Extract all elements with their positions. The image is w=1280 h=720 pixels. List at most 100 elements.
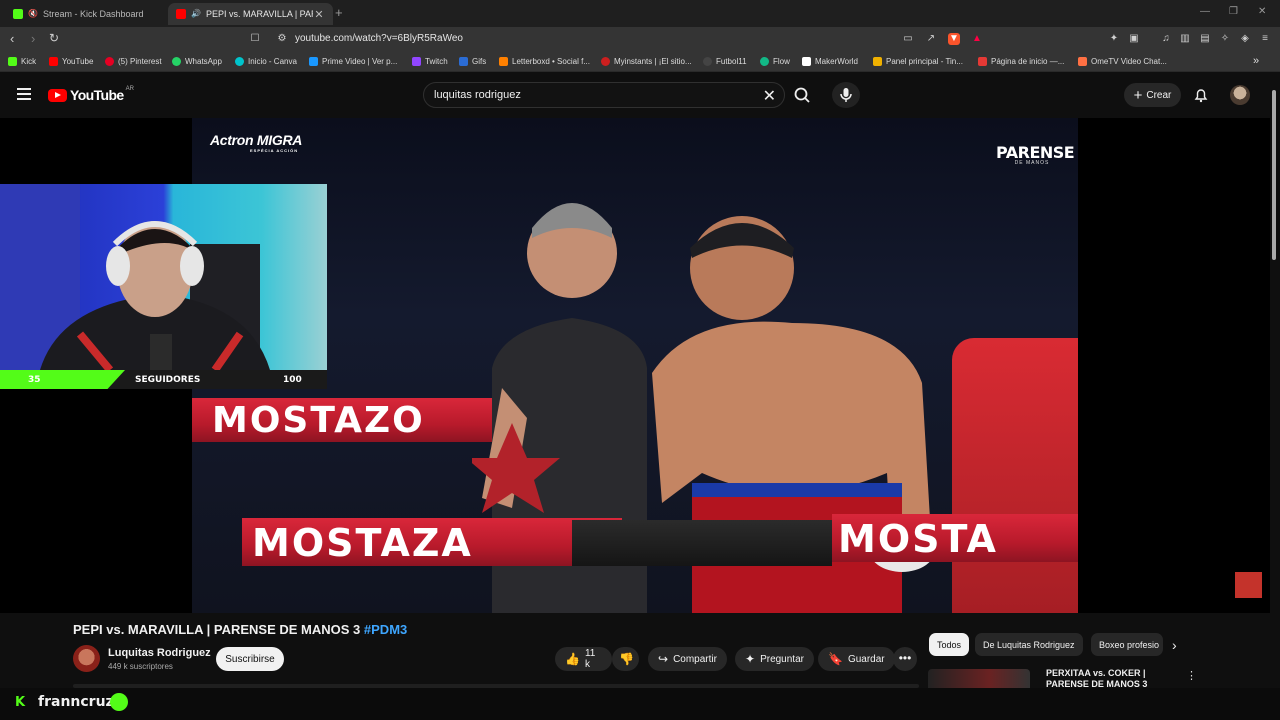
sparkle-icon: ✦ xyxy=(745,652,756,666)
youtube-logo[interactable]: YouTube AR xyxy=(48,86,134,103)
bookmark-prime-video[interactable]: Prime Video | Ver p... xyxy=(309,57,397,66)
youtube-header: YouTube AR ✕ + Crear xyxy=(0,72,1280,118)
hashtag-link[interactable]: #PDM3 xyxy=(364,622,407,637)
followers-goal: 100 xyxy=(283,375,302,385)
maximize-icon[interactable]: ❐ xyxy=(1229,6,1238,17)
minimize-icon[interactable]: — xyxy=(1200,6,1210,17)
mute-icon: 🔇 xyxy=(28,9,38,18)
tab-youtube-video[interactable]: 🔊 PEPI vs. MARAVILLA | PARENSE ✕ xyxy=(168,3,333,25)
kick-chat-overlay: K franncruz xyxy=(0,688,1280,720)
share-page-icon[interactable]: ↗ xyxy=(925,33,937,45)
recommended-video-thumbnail[interactable] xyxy=(928,669,1030,689)
chip-from-channel[interactable]: De Luquitas Rodriguez xyxy=(975,633,1083,656)
pinterest-icon xyxy=(105,57,114,66)
chip-boxing[interactable]: Boxeo profesio xyxy=(1091,633,1163,656)
smile-emote-icon xyxy=(110,693,128,711)
share-button[interactable]: ↪ Compartir xyxy=(648,647,727,671)
lower-ring-rope-right: MOSTA xyxy=(832,514,1078,562)
voice-search-button[interactable] xyxy=(832,82,860,108)
menu-icon[interactable]: ≡ xyxy=(1259,33,1271,45)
brave-rewards-icon[interactable]: ▲ xyxy=(971,33,983,45)
new-tab-button[interactable]: + xyxy=(335,5,343,20)
kick-logo-icon: K xyxy=(15,695,26,710)
followers-label: SEGUIDORES xyxy=(135,375,201,385)
bookmark-kick[interactable]: Kick xyxy=(8,57,36,66)
bookmark-icon[interactable]: ☐ xyxy=(249,33,261,45)
more-bookmarks-icon[interactable]: » xyxy=(1253,55,1259,67)
site-info-icon[interactable]: ⚙ xyxy=(276,33,288,45)
bookmark-twitch[interactable]: Twitch xyxy=(412,57,448,66)
prime-video-icon xyxy=(309,57,318,66)
clear-search-icon[interactable]: ✕ xyxy=(763,86,776,106)
letterboxd-icon xyxy=(499,57,508,66)
ometv-icon xyxy=(1078,57,1087,66)
bookmark-inicio[interactable]: Página de inicio —... xyxy=(978,57,1064,66)
bookmark-canva[interactable]: Inicio - Canva xyxy=(235,57,297,66)
reload-icon[interactable]: ↻ xyxy=(49,31,59,45)
media-icon[interactable]: ♫ xyxy=(1160,33,1172,45)
scrollbar-thumb[interactable] xyxy=(1272,90,1276,260)
save-button[interactable]: 🔖 Guardar xyxy=(818,647,895,671)
bookmark-myinstants[interactable]: Myinstants | ¡El sitio... xyxy=(601,57,692,66)
bookmark-letterboxd[interactable]: Letterboxd • Social f... xyxy=(499,57,590,66)
chip-all[interactable]: Todos xyxy=(929,633,970,656)
extensions-icon[interactable]: ✦ xyxy=(1108,33,1120,45)
close-window-icon[interactable]: ✕ xyxy=(1258,6,1266,17)
tab-title: PEPI vs. MARAVILLA | PARENSE xyxy=(205,9,313,19)
bookmark-makerworld[interactable]: MakerWorld xyxy=(802,57,858,66)
sidebar-icon[interactable]: ▥ xyxy=(1179,33,1191,45)
kick-username: franncruz xyxy=(38,694,114,710)
gif-icon xyxy=(459,57,468,66)
page-scrollbar[interactable] xyxy=(1270,80,1278,690)
search-icon xyxy=(794,87,810,103)
close-tab-icon[interactable]: ✕ xyxy=(313,8,325,21)
recommended-video-title[interactable]: PERXITAA vs. COKER | PARENSE DE MANOS 3 … xyxy=(1046,668,1176,688)
channel-avatar[interactable] xyxy=(73,645,100,672)
bookmark-ometv[interactable]: OmeTV Video Chat... xyxy=(1078,57,1167,66)
whatsapp-icon xyxy=(172,57,181,66)
canva-icon xyxy=(235,57,244,66)
bookmark-gifs[interactable]: Gifs xyxy=(459,57,486,66)
myinstants-icon xyxy=(601,57,610,66)
bookmark-panel[interactable]: Panel principal - Tin... xyxy=(873,57,963,66)
url-field[interactable]: youtube.com/watch?v=6BlyR5RaWeo xyxy=(295,33,463,44)
notifications-bell-icon[interactable] xyxy=(1193,87,1209,103)
like-button[interactable]: 👍 11 k xyxy=(555,647,612,671)
streamer-figure xyxy=(0,184,270,370)
bookmark-pinterest[interactable]: (5) Pinterest xyxy=(105,57,162,66)
red-corner-pad xyxy=(952,338,1078,613)
create-button[interactable]: + Crear xyxy=(1124,83,1181,107)
wallet-icon[interactable]: ▤ xyxy=(1199,33,1211,45)
hamburger-menu-icon[interactable] xyxy=(17,88,31,103)
lower-ring-rope-middle xyxy=(572,520,832,566)
ask-button[interactable]: ✦ Preguntar xyxy=(735,647,814,671)
speaker-icon: 🔊 xyxy=(191,9,201,18)
bookmark-youtube[interactable]: YouTube xyxy=(49,57,93,66)
more-actions-button[interactable]: ••• xyxy=(893,647,917,671)
makerworld-icon xyxy=(802,57,811,66)
side-channel-thumbnail[interactable] xyxy=(1235,572,1262,598)
chevron-right-icon[interactable]: › xyxy=(1172,637,1177,653)
actron-migra-logo: Actron MIGRA ESPÉCIA ACCIÓN xyxy=(210,132,303,153)
vpn-icon[interactable]: ◈ xyxy=(1239,33,1251,45)
bookmark-futbol11[interactable]: Futbol11 xyxy=(703,57,747,66)
screenshot-icon[interactable]: ▣ xyxy=(1128,33,1140,45)
dislike-button[interactable]: 👎 xyxy=(612,647,639,671)
ai-icon[interactable]: ✧ xyxy=(1219,33,1231,45)
search-input[interactable] xyxy=(434,87,754,103)
youtube-play-icon xyxy=(48,88,67,102)
user-avatar[interactable] xyxy=(1230,85,1250,105)
channel-name[interactable]: Luquitas Rodriguez xyxy=(108,647,211,659)
lower-ring-rope-left: MOSTAZA xyxy=(242,518,622,566)
tab-kick-dashboard[interactable]: 🔇 Stream - Kick Dashboard xyxy=(5,3,170,25)
brave-shield-icon[interactable]: ▼ xyxy=(948,33,960,45)
back-icon[interactable]: ‹ xyxy=(10,31,14,46)
subscribe-button[interactable]: Suscribirse xyxy=(216,647,284,671)
search-button[interactable] xyxy=(786,82,818,108)
youtube-favicon-icon xyxy=(176,9,186,19)
cast-icon[interactable]: ▭ xyxy=(902,33,914,45)
forward-icon[interactable]: › xyxy=(31,31,35,46)
bookmark-flow[interactable]: Flow xyxy=(760,57,790,66)
bookmark-whatsapp[interactable]: WhatsApp xyxy=(172,57,222,66)
more-vert-icon[interactable]: ⋮ xyxy=(1186,669,1197,682)
